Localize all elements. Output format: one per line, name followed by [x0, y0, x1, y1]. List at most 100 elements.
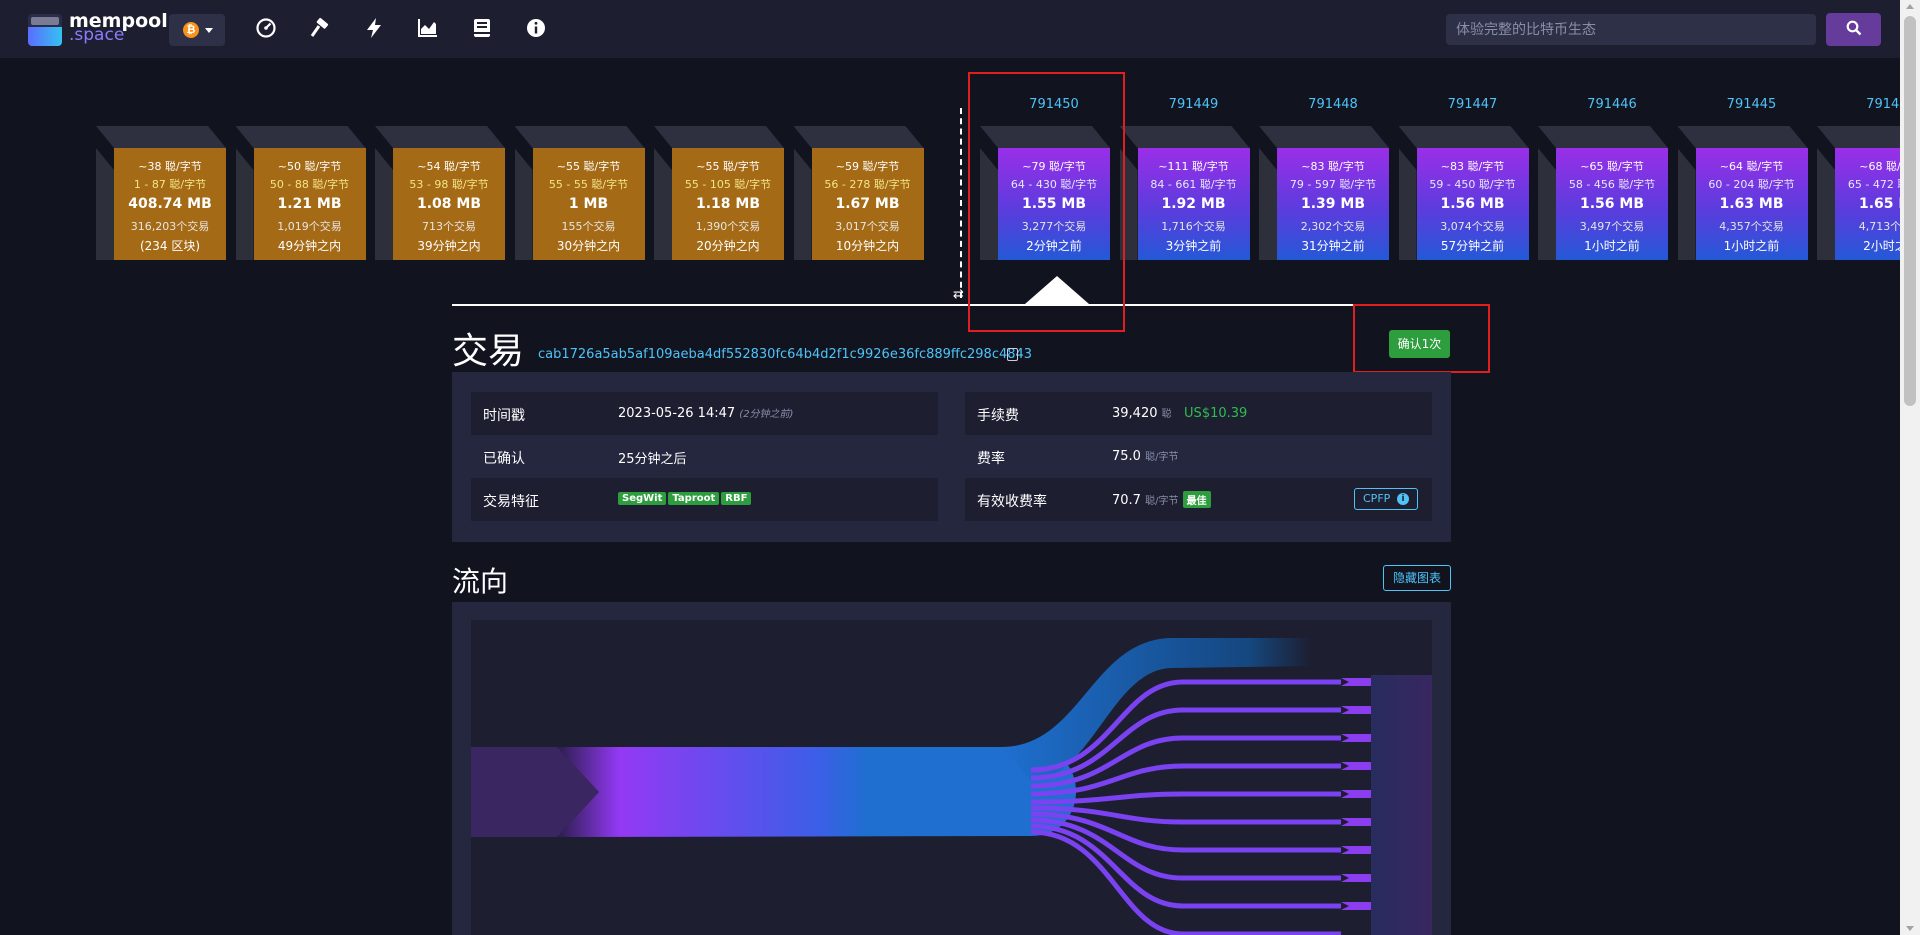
pending-block[interactable]: ~55 聪/字节 55 - 55 聪/字节 1 MB 155个交易 30分钟之内 — [514, 126, 645, 260]
block-time: 49分钟之内 — [277, 239, 342, 253]
tag-rbf[interactable]: RBF — [721, 492, 752, 505]
block-side-face — [1259, 148, 1277, 260]
block-side-face — [793, 148, 812, 260]
block-median-fee: ~59 聪/字节 — [835, 160, 900, 173]
block-time: 20分钟之内 — [696, 239, 760, 253]
flow-sankey — [471, 638, 1432, 935]
block-front-face[interactable]: ~54 聪/字节 53 - 98 聪/字节 1.08 MB 713个交易 39分钟之内 — [393, 148, 505, 260]
tag-segwit[interactable]: SegWit — [618, 492, 667, 505]
mined-block[interactable]: ~64 聪/字节 60 - 204 聪/字节 1.63 MB 4,357个交易 1小时之… — [1677, 126, 1808, 260]
about-icon[interactable] — [525, 17, 547, 39]
block-size: 1 MB — [568, 196, 609, 212]
search-input[interactable] — [1446, 14, 1816, 45]
search-icon — [1846, 20, 1861, 36]
mined-block[interactable]: ~83 聪/字节 79 - 597 聪/字节 1.39 MB 2,302个交易 31分钟… — [1259, 126, 1389, 260]
block-front-face[interactable]: ~83 聪/字节 59 - 450 聪/字节 1.56 MB 3,074个交易 57分钟… — [1416, 148, 1529, 260]
tag-taproot[interactable]: Taproot — [668, 492, 720, 505]
block-top-face — [514, 126, 645, 148]
pending-block[interactable]: ~55 聪/字节 55 - 105 聪/字节 1.18 MB 1,390个交易 20分钟… — [654, 126, 784, 260]
block-size: 1.08 MB — [416, 196, 482, 212]
copy-icon[interactable] — [1007, 348, 1018, 361]
scroll-down-icon[interactable] — [1906, 926, 1914, 931]
block-front-face[interactable]: ~55 聪/字节 55 - 55 聪/字节 1 MB 155个交易 30分钟之内 — [532, 148, 645, 260]
block-top-face — [793, 126, 924, 148]
block-median-fee: ~55 聪/字节 — [696, 160, 760, 173]
bitcoin-icon: ₿ — [183, 22, 199, 38]
transaction-id[interactable]: cab1726a5ab5af109aeba4df552830fc64b4d2f1… — [538, 347, 1032, 362]
cpfp-button[interactable]: CPFP i — [1354, 488, 1418, 510]
detail-label: 交易特征 — [483, 494, 539, 510]
fee-unit: 聪 — [1161, 409, 1172, 420]
highlight-box-block — [968, 72, 1125, 332]
detail-label: 已确认 — [483, 451, 525, 467]
pending-block[interactable]: ~54 聪/字节 53 - 98 聪/字节 1.08 MB 713个交易 39分钟之内 — [375, 126, 505, 260]
block-front-face[interactable]: ~64 聪/字节 60 - 204 聪/字节 1.63 MB 4,357个交易 1小时之… — [1695, 148, 1808, 260]
block-front-face[interactable]: ~50 聪/字节 50 - 88 聪/字节 1.21 MB 1,019个交易 49分钟之… — [253, 148, 366, 260]
block-time: 3分钟之前 — [1165, 239, 1222, 253]
block-front-face[interactable]: ~111 聪/字节 84 - 661 聪/字节 1.92 MB 1,716个交易 3分钟… — [1137, 148, 1250, 260]
block-fee-range: 56 - 278 聪/字节 — [824, 178, 911, 191]
mined-block[interactable]: ~83 聪/字节 59 - 450 聪/字节 1.56 MB 3,074个交易 57分钟… — [1398, 126, 1529, 260]
detail-row-confirmed: 已确认 25分钟之后 — [471, 435, 938, 478]
flow-section — [452, 602, 1451, 935]
feerate-value: 75.0 — [1112, 449, 1141, 464]
mempool-logo-icon[interactable] — [28, 14, 62, 46]
block-side-face — [514, 148, 533, 260]
block-time: 39分钟之内 — [417, 239, 481, 253]
timestamp-relative: (2分钟之前) — [739, 409, 794, 420]
mining-icon[interactable] — [309, 17, 331, 39]
block-height-link[interactable]: 791445 — [1696, 97, 1808, 112]
block-height-link[interactable]: 791449 — [1138, 97, 1250, 112]
timestamp-value: 2023-05-26 14:47 — [618, 406, 736, 421]
fee-usd: US$10.39 — [1184, 406, 1248, 421]
detail-value: 39,420 聪 US$10.39 — [1112, 405, 1247, 421]
swap-icon[interactable]: ⇄ — [953, 287, 964, 302]
detail-row-fee: 手续费 39,420 聪 US$10.39 — [965, 392, 1432, 435]
block-size: 1.39 MB — [1300, 196, 1366, 212]
block-height-link[interactable]: 791447 — [1417, 97, 1529, 112]
block-height-link[interactable]: 791446 — [1556, 97, 1668, 112]
detail-value: 75.0 聪/字节 — [1112, 448, 1178, 464]
mined-block[interactable]: ~111 聪/字节 84 - 661 聪/字节 1.92 MB 1,716个交易 3分钟… — [1119, 126, 1250, 260]
network-selector[interactable]: ₿ — [169, 14, 225, 46]
block-top-face — [654, 126, 784, 148]
block-front-face[interactable]: ~38 聪/字节 1 - 87 聪/字节 408.74 MB 316,203个交易 (2… — [114, 148, 226, 260]
scroll-thumb[interactable] — [1904, 16, 1916, 406]
lightning-icon[interactable] — [363, 17, 385, 39]
mined-block[interactable]: ~65 聪/字节 58 - 456 聪/字节 1.56 MB 3,497个交易 1小时之… — [1538, 126, 1668, 260]
block-side-face — [654, 148, 672, 260]
pending-block[interactable]: ~59 聪/字节 56 - 278 聪/字节 1.67 MB 3,017个交易 10分钟… — [793, 126, 924, 260]
mempool-divider — [960, 108, 962, 298]
pending-block[interactable]: ~50 聪/字节 50 - 88 聪/字节 1.21 MB 1,019个交易 49分钟之… — [235, 126, 366, 260]
block-size: 1.56 MB — [1579, 196, 1645, 212]
page-scrollbar[interactable] — [1900, 0, 1920, 935]
block-front-face[interactable]: ~55 聪/字节 55 - 105 聪/字节 1.18 MB 1,390个交易 20分钟… — [672, 148, 784, 260]
block-median-fee: ~83 聪/字节 — [1301, 160, 1365, 173]
docs-icon[interactable] — [471, 17, 493, 39]
block-median-fee: ~38 聪/字节 — [138, 160, 202, 173]
block-underline — [452, 304, 1454, 306]
block-tx-count: 155个交易 — [561, 220, 616, 233]
search-button[interactable] — [1826, 13, 1881, 46]
detail-row-timestamp: 时间戳 2023-05-26 14:47 (2分钟之前) — [471, 392, 938, 435]
block-side-face — [1677, 148, 1696, 260]
brand-name[interactable]: mempool .space — [69, 12, 168, 44]
dashboard-icon[interactable] — [255, 17, 277, 39]
flow-main-band[interactable] — [557, 747, 1076, 837]
block-median-fee: ~65 聪/字节 — [1580, 160, 1644, 173]
block-front-face[interactable]: ~83 聪/字节 79 - 597 聪/字节 1.39 MB 2,302个交易 31分钟… — [1277, 148, 1389, 260]
block-height-link[interactable]: 791448 — [1277, 97, 1389, 112]
block-top-face — [1677, 126, 1808, 148]
block-front-face[interactable]: ~59 聪/字节 56 - 278 聪/字节 1.67 MB 3,017个交易 10分钟… — [811, 148, 924, 260]
hide-diagram-button[interactable]: 隐藏图表 — [1383, 565, 1451, 591]
block-front-face[interactable]: ~65 聪/字节 58 - 456 聪/字节 1.56 MB 3,497个交易 1小时之… — [1556, 148, 1668, 260]
block-tx-count: 316,203个交易 — [130, 220, 210, 233]
scroll-up-icon[interactable] — [1906, 4, 1914, 9]
graphs-icon[interactable] — [417, 17, 439, 39]
pending-block[interactable]: ~38 聪/字节 1 - 87 聪/字节 408.74 MB 316,203个交易 (2… — [96, 126, 226, 260]
transaction-title: 交易 — [452, 331, 525, 372]
detail-label: 有效收费率 — [977, 494, 1047, 510]
block-tx-count: 1,390个交易 — [695, 220, 761, 233]
block-fee-range: 1 - 87 聪/字节 — [133, 178, 207, 191]
block-fee-range: 79 - 597 聪/字节 — [1289, 178, 1377, 191]
